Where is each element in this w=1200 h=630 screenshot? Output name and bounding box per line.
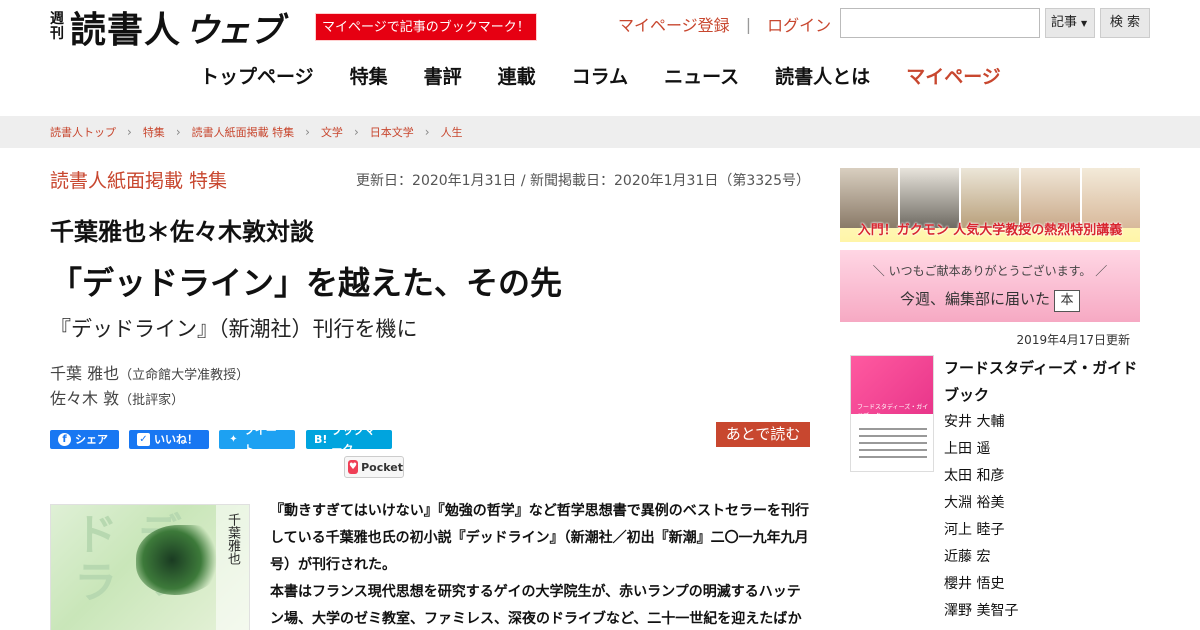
breadcrumb-item[interactable]: 人生 — [441, 124, 463, 140]
banner-thanks-text: ＼ いつもご献本ありがとうございます。 ／ — [872, 264, 1108, 278]
sidebar-author[interactable]: 近藤 宏 — [944, 544, 1018, 571]
cover-small-title: フードスタディーズ・ガイドブック — [857, 404, 929, 420]
nav-item-column[interactable]: コラム — [572, 62, 628, 89]
breadcrumb-item[interactable]: 文学 — [321, 124, 343, 140]
thumbs-up-icon: ✓ — [137, 433, 150, 446]
author-line: 佐々木 敦（批評家） — [50, 385, 184, 409]
main-nav: トップページ 特集 書評 連載 コラム ニュース 読書人とは マイページ — [200, 62, 1037, 89]
link-separator: | — [745, 14, 752, 34]
nav-item-mypage[interactable]: マイページ — [906, 62, 1001, 89]
read-later-button[interactable]: あとで読む — [716, 422, 810, 447]
site-header: 週 刊 読書人 ウェブ マイページで記事のブックマーク！ マイページ登録 | ロ… — [0, 0, 1200, 115]
twitter-share-button[interactable]: ✦ ツイート — [219, 424, 295, 456]
pocket-icon: ♥ — [348, 460, 359, 474]
breadcrumb-item[interactable]: 日本文学 — [370, 124, 414, 140]
search-input[interactable] — [840, 8, 1040, 38]
book-icon: 本 — [1054, 290, 1080, 312]
new-books-banner[interactable]: ＼ いつもご献本ありがとうございます。 ／ 今週、編集部に届いた本 — [840, 250, 1140, 322]
login-link[interactable]: ログイン — [767, 12, 831, 36]
sidebar-author[interactable]: 河上 睦子 — [944, 517, 1018, 544]
search-button[interactable]: 検 索 — [1100, 8, 1150, 38]
author-name[interactable]: 千葉 雅也 — [50, 364, 119, 383]
search-scope-select[interactable]: 記事 ▼ — [1045, 8, 1095, 38]
article: 読書人紙面掲載 特集 更新日：2020年1月31日 / 新聞掲載日：2020年1… — [50, 148, 810, 630]
sidebar-author-list: 安井 大輔 上田 遥 太田 和彦 大淵 裕美 河上 睦子 近藤 宏 櫻井 悟史 … — [944, 409, 1018, 625]
sidebar-author[interactable]: 櫻井 悟史 — [944, 571, 1018, 598]
sidebar-book-title[interactable]: フードスタディーズ・ガイドブック — [944, 355, 1140, 409]
pocket-button[interactable]: ♥ Pocket — [344, 456, 404, 478]
like-label: いいね！ — [154, 433, 198, 446]
chevron-down-icon: ▼ — [1081, 19, 1088, 28]
author-affiliation: （批評家） — [119, 393, 185, 408]
sidebar: 入門！ガクモン 人気大学教授の熱烈特別講義 ＼ いつもご献本ありがとうございます… — [840, 148, 1140, 630]
article-body: 『動きすぎてはいけない』『勉強の哲学』など哲学思想書で異例のベストセラーを刊行し… — [270, 498, 810, 630]
hatena-bookmark-button[interactable]: B! ブックマーク — [306, 424, 392, 456]
sidebar-author[interactable]: 大淵 裕美 — [944, 490, 1018, 517]
search-scope-label: 記事 — [1051, 15, 1078, 30]
cover-author-text: 千葉雅也 — [225, 513, 240, 565]
nav-item-review[interactable]: 書評 — [424, 62, 462, 89]
breadcrumb-item[interactable]: 読書人トップ — [50, 124, 116, 140]
breadcrumb-item[interactable]: 読書人紙面掲載 特集 — [192, 124, 295, 140]
cover-art — [136, 525, 226, 595]
article-super-title: 千葉雅也＊佐々木敦対談 — [50, 218, 314, 246]
chevron-right-icon: › — [127, 125, 132, 139]
banner-caption: 入門！ガクモン 人気大学教授の熱烈特別講義 — [857, 223, 1123, 238]
logo-shukan: 週 刊 — [50, 12, 64, 42]
sidebar-author[interactable]: 安井 大輔 — [944, 409, 1018, 436]
chevron-right-icon: › — [305, 125, 310, 139]
banner-main-text: 今週、編集部に届いた本 — [840, 288, 1140, 312]
account-links: マイページ登録 | ログイン — [618, 12, 831, 36]
breadcrumb: 読書人トップ › 特集 › 読書人紙面掲載 特集 › 文学 › 日本文学 › 人… — [0, 116, 1200, 148]
author-affiliation: （立命館大学准教授） — [119, 368, 250, 383]
twitter-bird-icon: ✦ — [229, 434, 238, 445]
body-paragraph: 『動きすぎてはいけない』『勉強の哲学』など哲学思想書で異例のベストセラーを刊行し… — [270, 503, 809, 573]
nav-item-news[interactable]: ニュース — [664, 62, 739, 89]
facebook-share-label: シェア — [75, 433, 108, 446]
book-cover-image: デッドラ 千葉雅也 — [50, 504, 250, 630]
logo-shukan-1: 週 — [50, 11, 64, 27]
nav-item-about[interactable]: 読書人とは — [775, 62, 870, 89]
sidebar-updated-date: 2019年4月17日更新 — [1016, 333, 1130, 347]
pocket-label: Pocket — [361, 460, 403, 474]
gakumon-banner[interactable]: 入門！ガクモン 人気大学教授の熱烈特別講義 — [840, 168, 1140, 242]
author-name[interactable]: 佐々木 敦 — [50, 389, 119, 408]
chevron-right-icon: › — [353, 125, 359, 139]
logo-web-text: ウェブ — [185, 10, 283, 51]
sidebar-author[interactable]: 澤野 美智子 — [944, 598, 1018, 625]
banner-main-label: 今週、編集部に届いた — [899, 290, 1050, 308]
article-subtitle: 『デッドライン』（新潮社）刊行を機に — [50, 317, 418, 341]
tweet-label: ツイート — [243, 423, 277, 456]
facebook-share-button[interactable]: f シェア — [50, 430, 119, 449]
nav-item-feature[interactable]: 特集 — [350, 62, 388, 89]
nav-item-serial[interactable]: 連載 — [498, 62, 536, 89]
article-category[interactable]: 読書人紙面掲載 特集 — [50, 166, 227, 193]
chevron-right-icon: › — [424, 125, 430, 139]
breadcrumb-item[interactable]: 特集 — [143, 124, 165, 140]
nav-item-top[interactable]: トップページ — [200, 62, 314, 89]
logo-main-text: 読書人 — [70, 9, 182, 51]
author-line: 千葉 雅也（立命館大学准教授） — [50, 360, 249, 384]
chevron-right-icon: › — [175, 125, 181, 139]
article-dates: 更新日：2020年1月31日 / 新聞掲載日：2020年1月31日（第3325号… — [356, 173, 810, 189]
cover-text-lines — [859, 428, 927, 463]
article-title: 「デッドライン」を越えた、その先 — [50, 264, 563, 302]
facebook-icon: f — [58, 433, 71, 446]
body-paragraph: 本書はフランス現代思想を研究するゲイの大学院生が、赤いランプの明滅するハッテン場… — [270, 584, 802, 627]
register-link[interactable]: マイページ登録 — [618, 12, 730, 36]
hatena-bookmark-icon: B! — [314, 433, 328, 446]
sidebar-author[interactable]: 上田 遥 — [944, 436, 1018, 463]
hatena-label: ブックマーク — [331, 423, 376, 456]
site-logo[interactable]: 週 刊 読書人 ウェブ — [50, 6, 283, 51]
mypage-promo-badge[interactable]: マイページで記事のブックマーク！ — [315, 13, 537, 41]
facebook-like-button[interactable]: ✓ いいね！ — [129, 430, 209, 449]
logo-shukan-2: 刊 — [50, 26, 64, 42]
sidebar-book-cover[interactable]: フードスタディーズ・ガイドブック — [850, 355, 934, 472]
sidebar-author[interactable]: 太田 和彦 — [944, 463, 1018, 490]
